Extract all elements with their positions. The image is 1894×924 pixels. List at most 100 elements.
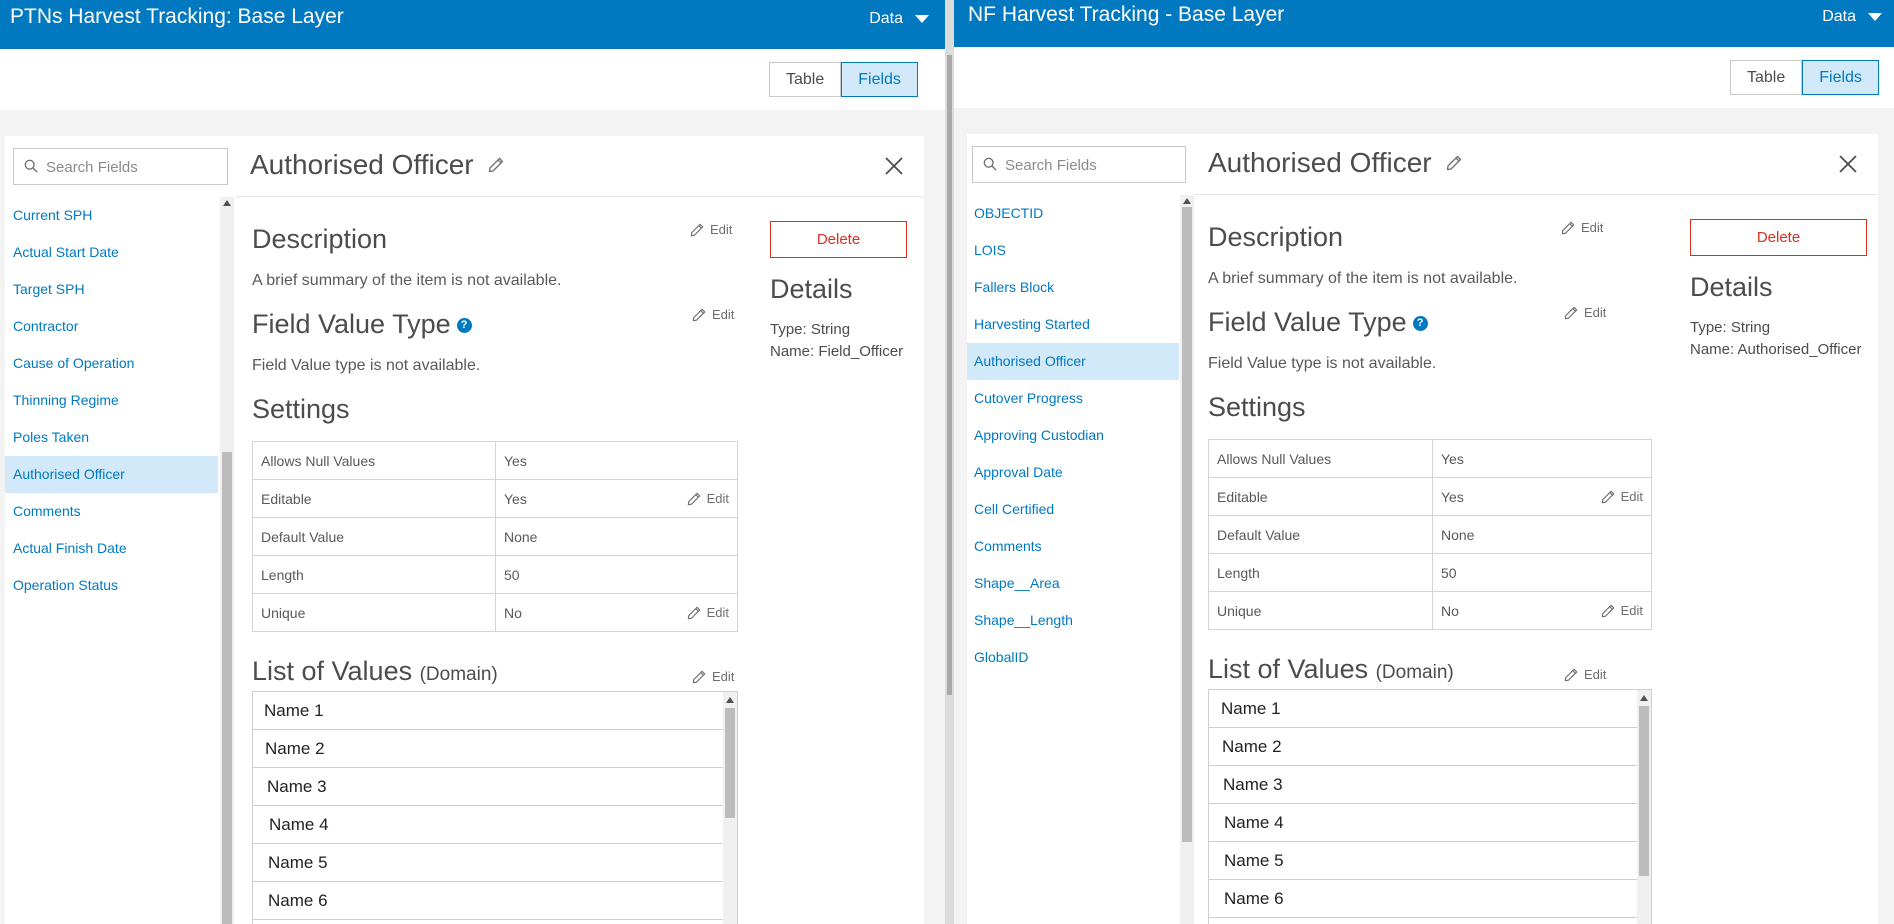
data-menu[interactable]: Data	[1822, 8, 1882, 26]
edit-title-pencil-icon[interactable]	[1446, 155, 1462, 171]
domain-list-scrollbar[interactable]	[723, 692, 737, 924]
field-list-item[interactable]: Cutover Progress	[967, 380, 1179, 417]
field-list-item-selected[interactable]: Authorised Officer	[967, 343, 1179, 380]
field-list-item[interactable]: LOIS	[967, 232, 1179, 269]
help-icon[interactable]: ?	[456, 318, 472, 334]
setting-label: Unique	[252, 593, 496, 632]
edit-title-pencil-icon[interactable]	[488, 157, 504, 173]
list-of-values-edit-link[interactable]: Edit	[1564, 667, 1606, 682]
search-input[interactable]	[46, 154, 196, 180]
close-icon[interactable]	[1838, 154, 1858, 174]
view-toolbar: Table Fields	[0, 49, 945, 110]
scrollbar-thumb[interactable]	[947, 55, 952, 695]
setting-label: Allows Null Values	[1208, 439, 1433, 478]
domain-value-row[interactable]: Name 1	[253, 692, 737, 730]
field-list-item[interactable]: Fallers Block	[967, 269, 1179, 306]
domain-values-list: Name 1 Name 2 Name 3 Name 4 Name 5 Name …	[1208, 689, 1652, 924]
field-list-item[interactable]: Operation Status	[5, 567, 218, 604]
domain-value-row[interactable]: Name 4	[253, 806, 737, 844]
field-list-item[interactable]: Thinning Regime	[5, 382, 218, 419]
field-list-item[interactable]: Approval Date	[967, 454, 1179, 491]
setting-value: None	[495, 517, 738, 556]
scroll-up-arrow-icon[interactable]	[1640, 695, 1648, 701]
field-list-item[interactable]: Comments	[5, 493, 218, 530]
field-list-item[interactable]: Actual Start Date	[5, 234, 218, 271]
field-value-type-edit-link[interactable]: Edit	[692, 307, 734, 322]
data-menu[interactable]: Data	[869, 10, 929, 28]
domain-value-row[interactable]: Name 6	[1209, 880, 1651, 918]
domain-value-row[interactable]: Name 1	[1209, 690, 1651, 728]
field-list-item[interactable]: Shape__Length	[967, 602, 1179, 639]
field-value-type-edit-link[interactable]: Edit	[1564, 305, 1606, 320]
scrollbar-thumb[interactable]	[725, 708, 735, 818]
setting-value: Yes Edit	[1432, 477, 1652, 516]
domain-list-scrollbar[interactable]	[1637, 690, 1651, 924]
table-view-button[interactable]: Table	[769, 62, 842, 97]
fields-sidebar: OBJECTID LOIS Fallers Block Harvesting S…	[967, 134, 1194, 924]
unique-edit-link[interactable]: Edit	[1601, 603, 1643, 618]
field-list-item[interactable]: Shape__Area	[967, 565, 1179, 602]
fields-view-button[interactable]: Fields	[1802, 60, 1879, 95]
domain-value-row[interactable]: Name 5	[253, 844, 737, 882]
field-list-item[interactable]: Comments	[967, 528, 1179, 565]
edit-label: Edit	[706, 605, 729, 620]
details-name: Name: Authorised_Officer	[1690, 341, 1862, 358]
setting-value: Yes	[1432, 439, 1652, 478]
domain-value-row[interactable]: Name 6	[253, 882, 737, 920]
help-icon[interactable]: ?	[1412, 316, 1428, 332]
close-icon[interactable]	[884, 156, 904, 176]
field-list-item[interactable]: Current SPH	[5, 197, 218, 234]
field-list-scrollbar[interactable]	[1180, 195, 1194, 924]
details-heading: Details	[770, 274, 853, 304]
field-list-item[interactable]: Poles Taken	[5, 419, 218, 456]
field-value-type-heading: Field Value Type?	[1208, 307, 1428, 338]
field-list-item[interactable]: Cell Certified	[967, 491, 1179, 528]
description-edit-link[interactable]: Edit	[690, 222, 732, 237]
description-edit-link[interactable]: Edit	[1561, 220, 1603, 235]
field-list-item[interactable]: Approving Custodian	[967, 417, 1179, 454]
setting-label: Unique	[1208, 591, 1433, 630]
field-list-item[interactable]: Harvesting Started	[967, 306, 1179, 343]
unique-edit-link[interactable]: Edit	[687, 605, 729, 620]
scroll-up-arrow-icon[interactable]	[223, 200, 231, 206]
field-list-item[interactable]: Contractor	[5, 308, 218, 345]
settings-heading: Settings	[1208, 392, 1306, 422]
edit-label: Edit	[1581, 220, 1604, 235]
field-list-item[interactable]: OBJECTID	[967, 195, 1179, 232]
search-input[interactable]	[1005, 152, 1155, 178]
field-list-item[interactable]: GlobalID	[967, 639, 1179, 676]
field-value-type-heading-text: Field Value Type	[1208, 307, 1407, 337]
edit-label: Edit	[706, 491, 729, 506]
setting-value-text: None	[1441, 526, 1475, 543]
field-list-item[interactable]: Cause of Operation	[5, 345, 218, 382]
field-list-scrollbar[interactable]	[220, 197, 234, 924]
scroll-up-arrow-icon[interactable]	[726, 697, 734, 703]
fields-view-button[interactable]: Fields	[841, 62, 918, 97]
field-value-type-text: Field Value type is not available.	[1208, 355, 1437, 372]
delete-button[interactable]: Delete	[770, 221, 907, 258]
scroll-up-arrow-icon[interactable]	[1183, 198, 1191, 204]
scrollbar-thumb[interactable]	[222, 452, 232, 924]
table-view-button[interactable]: Table	[1730, 60, 1803, 95]
view-switcher: Table Fields	[769, 62, 918, 97]
edit-label: Edit	[712, 307, 735, 322]
field-list-item[interactable]: Target SPH	[5, 271, 218, 308]
list-of-values-edit-link[interactable]: Edit	[692, 669, 734, 684]
window-divider-scrollbar[interactable]	[945, 0, 954, 924]
editable-edit-link[interactable]: Edit	[1601, 489, 1643, 504]
setting-label: Default Value	[1208, 515, 1433, 554]
field-list-item-selected[interactable]: Authorised Officer	[5, 456, 218, 493]
domain-value-row[interactable]: Name 4	[1209, 804, 1651, 842]
field-list-item[interactable]: Actual Finish Date	[5, 530, 218, 567]
delete-button[interactable]: Delete	[1690, 219, 1867, 256]
domain-value-row[interactable]: Name 2	[1209, 728, 1651, 766]
scrollbar-thumb[interactable]	[1182, 207, 1192, 842]
domain-value-row[interactable]: Name 3	[1209, 766, 1651, 804]
scrollbar-thumb[interactable]	[1639, 706, 1649, 876]
editable-edit-link[interactable]: Edit	[687, 491, 729, 506]
domain-value-row[interactable]: Name 2	[253, 730, 737, 768]
domain-value-row[interactable]: Name 3	[253, 768, 737, 806]
search-icon	[983, 157, 997, 171]
settings-table: Allows Null Values Yes Editable Yes Edit De…	[1208, 439, 1652, 630]
domain-value-row[interactable]: Name 5	[1209, 842, 1651, 880]
